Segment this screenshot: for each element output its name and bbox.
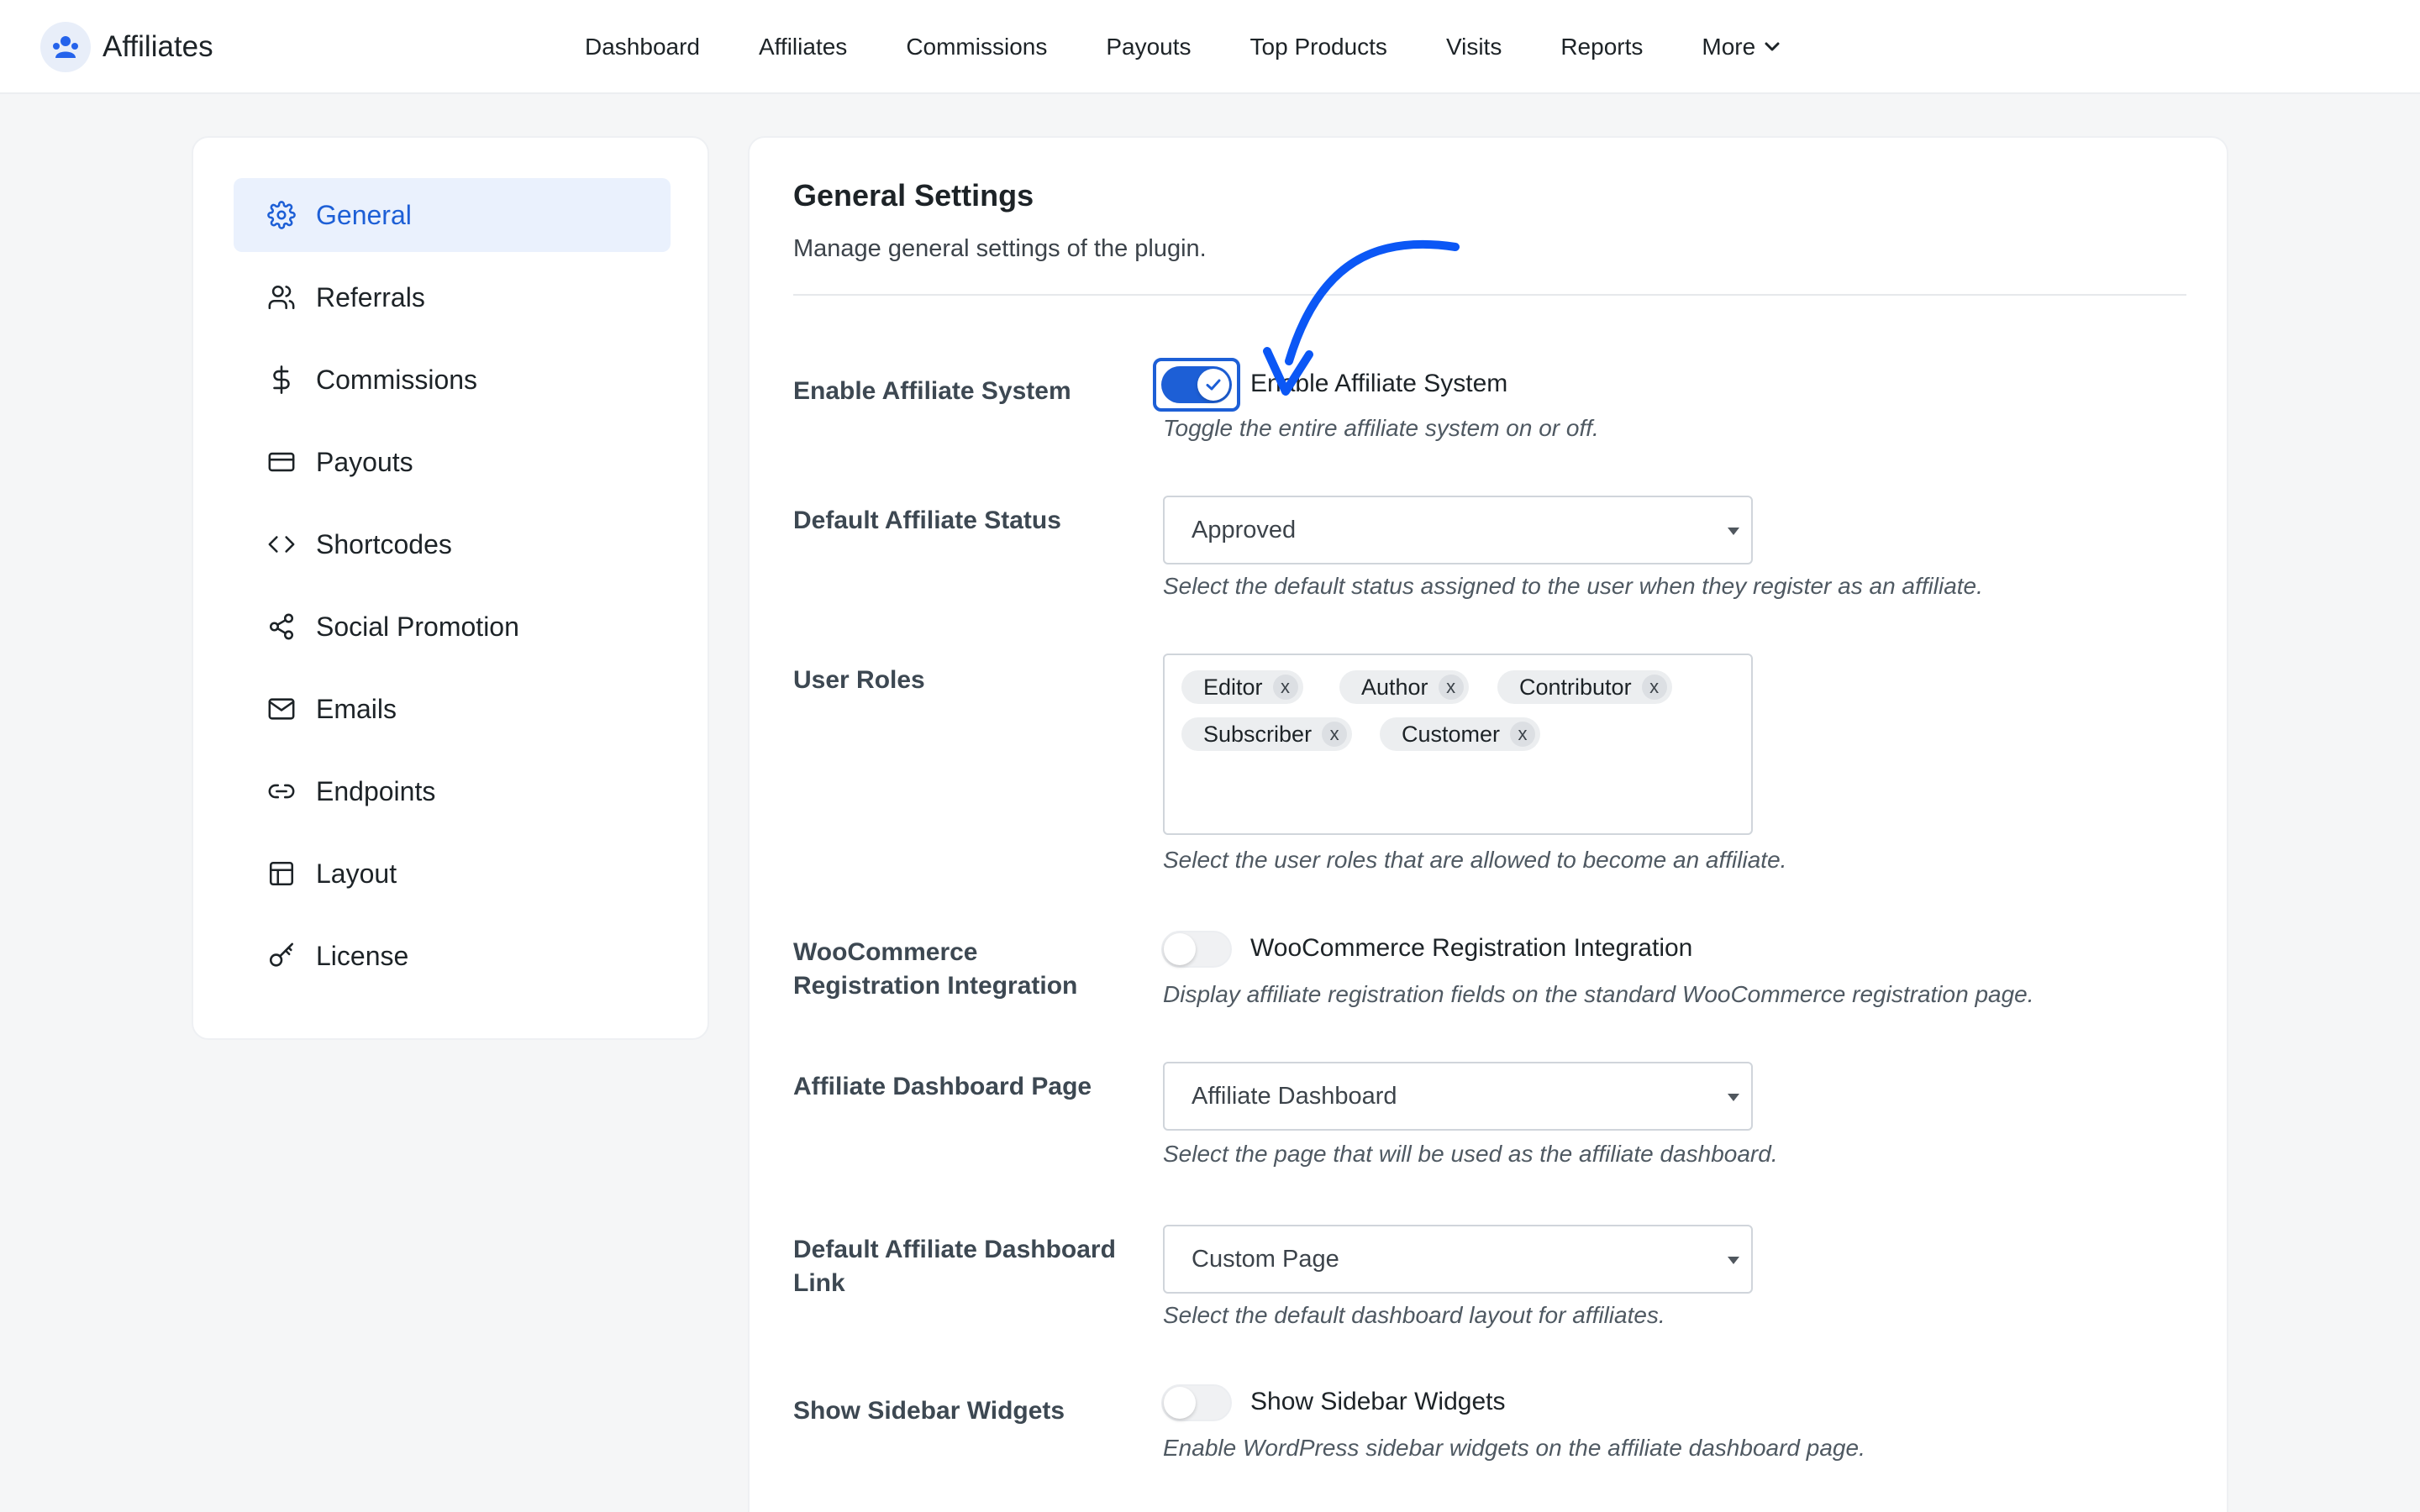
divider [793,294,2186,296]
sidebar-item-shortcodes[interactable]: Shortcodes [234,507,671,581]
caret-down-icon [1728,1257,1739,1264]
sidebar-item-endpoints[interactable]: Endpoints [234,754,671,828]
general-settings-panel: General Settings Manage general settings… [748,136,2228,1512]
sidebar-item-label: Layout [316,858,397,889]
affiliate-dashboard-page-label: Affiliate Dashboard Page [793,1073,1092,1100]
sidebar-item-payouts[interactable]: Payouts [234,425,671,499]
sidebar-item-general[interactable]: General [234,178,671,252]
sidebar-item-referrals[interactable]: Referrals [234,260,671,334]
select-value: Custom Page [1192,1245,1339,1273]
chip-label: Author [1361,674,1428,700]
default-dashboard-link-label: Default Affiliate Dashboard Link [793,1236,1116,1297]
sidebar-item-label: Shortcodes [316,528,452,559]
top-navigation: Dashboard Affiliates Commissions Payouts… [585,0,1781,94]
toggle-knob [1197,369,1229,401]
link-icon [266,775,297,807]
nav-payouts[interactable]: Payouts [1106,34,1191,60]
chip-label: Subscriber [1203,721,1313,747]
remove-chip-button[interactable]: x [1438,675,1464,700]
role-chip-editor: Editor x [1181,670,1303,704]
credit-card-icon [266,446,297,478]
show-sidebar-widgets-toggle-label[interactable]: Show Sidebar Widgets [1250,1388,1506,1416]
select-value: Approved [1192,516,1297,543]
remove-chip-button[interactable]: x [1510,722,1536,747]
toggle-knob [1164,1387,1196,1419]
woocommerce-integration-help: Display affiliate registration fields on… [1163,981,2034,1007]
user-roles-multiselect[interactable]: Editor x Author x Contributor x Subscrib… [1163,654,1753,835]
brand[interactable]: Affiliates [40,22,213,72]
nav-visits[interactable]: Visits [1446,34,1502,60]
user-roles-help: Select the user roles that are allowed t… [1163,847,1787,873]
gear-icon [266,199,297,231]
remove-chip-button[interactable]: x [1641,675,1667,700]
affiliate-logo-icon [40,22,91,72]
show-sidebar-widgets-help: Enable WordPress sidebar widgets on the … [1163,1435,1865,1461]
sidebar-item-social-promotion[interactable]: Social Promotion [234,590,671,664]
role-chip-contributor: Contributor x [1497,670,1672,704]
affiliate-dashboard-page-help: Select the page that will be used as the… [1163,1141,1778,1167]
brand-name: Affiliates [103,30,213,63]
nav-commissions[interactable]: Commissions [906,34,1047,60]
role-chip-author: Author x [1339,670,1469,704]
show-sidebar-widgets-label: Show Sidebar Widgets [793,1397,1065,1425]
woocommerce-integration-toggle[interactable] [1161,931,1232,968]
nav-affiliates[interactable]: Affiliates [759,34,847,60]
enable-affiliate-system-help: Toggle the entire affiliate system on or… [1163,415,1599,441]
page-title: General Settings [793,178,1034,213]
caret-down-icon [1728,528,1739,535]
remove-chip-button[interactable]: x [1272,675,1298,700]
chip-label: Customer [1402,721,1501,747]
page-subtitle: Manage general settings of the plugin. [793,235,1207,262]
show-sidebar-widgets-toggle[interactable] [1161,1384,1232,1421]
chevron-down-icon [1765,42,1780,51]
layout-icon [266,858,297,890]
sidebar-item-label: Emails [316,693,397,724]
woocommerce-integration-label: WooCommerce Registration Integration [793,938,1078,1000]
user-roles-label: User Roles [793,666,925,694]
users-icon [266,281,297,313]
enable-affiliate-system-toggle[interactable] [1161,366,1232,403]
default-affiliate-status-select[interactable]: Approved [1163,496,1753,564]
chip-label: Contributor [1519,674,1632,700]
check-icon [1206,379,1221,391]
default-affiliate-status-label: Default Affiliate Status [793,507,1061,534]
share-icon [266,611,297,643]
toggle-knob [1164,933,1196,965]
sidebar-item-commissions[interactable]: Commissions [234,343,671,417]
sidebar-item-label: Commissions [316,364,478,395]
sidebar-item-layout[interactable]: Layout [234,837,671,911]
default-dashboard-link-help: Select the default dashboard layout for … [1163,1302,1665,1328]
key-icon [266,940,297,972]
nav-more-label: More [1702,34,1756,60]
chip-label: Editor [1203,674,1263,700]
remove-chip-button[interactable]: x [1322,722,1348,747]
select-value: Affiliate Dashboard [1192,1082,1397,1110]
sidebar-item-label: License [316,940,409,971]
default-dashboard-link-select[interactable]: Custom Page [1163,1225,1753,1294]
sidebar-item-label: Endpoints [316,775,436,806]
code-icon [266,528,297,560]
woocommerce-integration-toggle-label[interactable]: WooCommerce Registration Integration [1250,934,1692,963]
sidebar-item-label: General [316,199,412,230]
nav-reports[interactable]: Reports [1560,34,1643,60]
nav-more[interactable]: More [1702,34,1781,60]
sidebar-item-label: Referrals [316,281,425,312]
enable-affiliate-system-label: Enable Affiliate System [793,377,1071,405]
role-chip-subscriber: Subscriber x [1181,717,1353,751]
role-chip-customer: Customer x [1380,717,1541,751]
sidebar-item-label: Payouts [316,446,413,477]
caret-down-icon [1728,1094,1739,1101]
dollar-icon [266,364,297,396]
affiliate-dashboard-page-select[interactable]: Affiliate Dashboard [1163,1062,1753,1131]
settings-sidebar: General Referrals Commissions Payouts Sh… [192,136,709,1040]
mail-icon [266,693,297,725]
default-affiliate-status-help: Select the default status assigned to th… [1163,573,1983,599]
sidebar-item-emails[interactable]: Emails [234,672,671,746]
sidebar-item-license[interactable]: License [234,919,671,993]
top-bar: Affiliates Dashboard Affiliates Commissi… [0,0,2420,94]
sidebar-item-label: Social Promotion [316,611,519,642]
nav-dashboard[interactable]: Dashboard [585,34,700,60]
curved-arrow-icon [1263,239,1460,396]
nav-top-products[interactable]: Top Products [1250,34,1387,60]
